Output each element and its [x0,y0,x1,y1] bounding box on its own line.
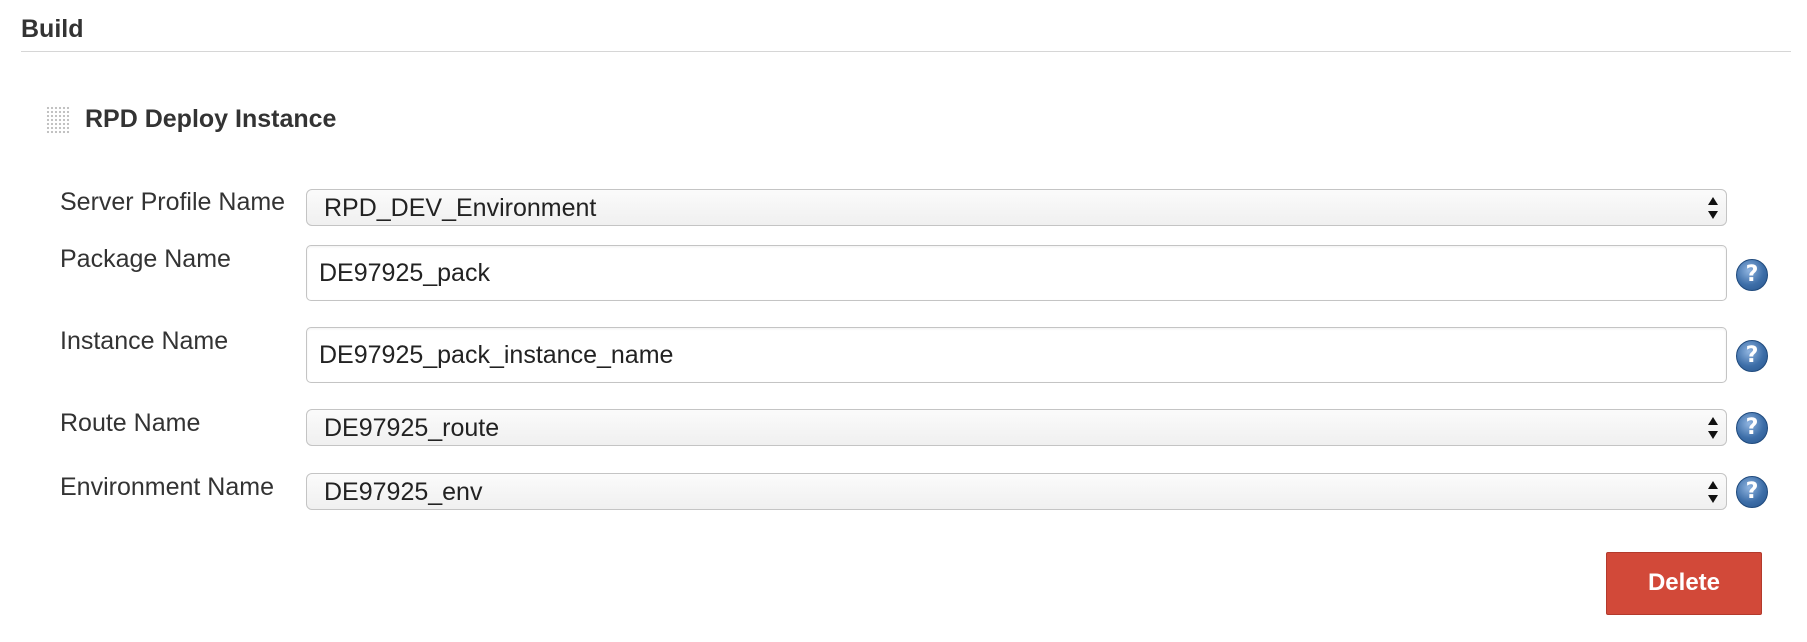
environment-name-select[interactable]: DE97925_env [306,473,1727,510]
select-arrows-icon [1707,417,1719,439]
instance-name-label: Instance Name [60,327,229,355]
route-name-select[interactable]: DE97925_route [306,409,1727,446]
select-arrows-icon [1707,197,1719,219]
delete-button[interactable]: Delete [1606,552,1762,615]
environment-name-help-icon[interactable]: ? [1736,476,1768,508]
environment-name-select-value: DE97925_env [324,478,483,506]
section-title: Build [21,15,84,43]
select-arrows-icon [1707,481,1719,503]
server-profile-label: Server Profile Name [60,188,286,216]
instance-name-input[interactable] [306,327,1727,383]
route-name-select-value: DE97925_route [324,414,500,442]
step-title: RPD Deploy Instance [85,105,337,133]
instance-name-help-icon[interactable]: ? [1736,340,1768,372]
package-name-help-icon[interactable]: ? [1736,259,1768,291]
route-name-label: Route Name [60,409,201,437]
server-profile-select[interactable]: RPD_DEV_Environment [306,189,1727,226]
section-header: Build [21,14,1791,52]
route-name-help-icon[interactable]: ? [1736,412,1768,444]
package-name-label: Package Name [60,245,231,273]
package-name-input[interactable] [306,245,1727,301]
drag-handle-icon[interactable] [46,106,70,134]
environment-name-label: Environment Name [60,473,274,501]
server-profile-select-value: RPD_DEV_Environment [324,194,597,222]
